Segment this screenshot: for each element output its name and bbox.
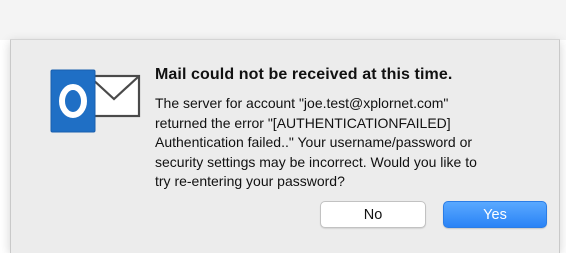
message-line: returned the error "[AUTHENTICATIONFAILE… — [155, 114, 451, 131]
yes-button[interactable]: Yes — [443, 201, 547, 228]
message-line: security settings may be incorrect. Woul… — [155, 153, 477, 170]
no-button[interactable]: No — [320, 201, 426, 228]
outlook-mail-icon — [49, 62, 141, 138]
background-window — [0, 0, 566, 40]
message-line: Authentication failed.." Your username/p… — [155, 134, 473, 150]
dialog-message: The server for account "joe.test@xplorne… — [155, 94, 547, 192]
message-line: The server for account "joe.test@xplorne… — [155, 95, 449, 111]
message-line: try re-entering your password? — [155, 173, 345, 189]
dialog-title: Mail could not be received at this time. — [155, 66, 453, 83]
alert-dialog: Mail could not be received at this time.… — [10, 40, 560, 253]
